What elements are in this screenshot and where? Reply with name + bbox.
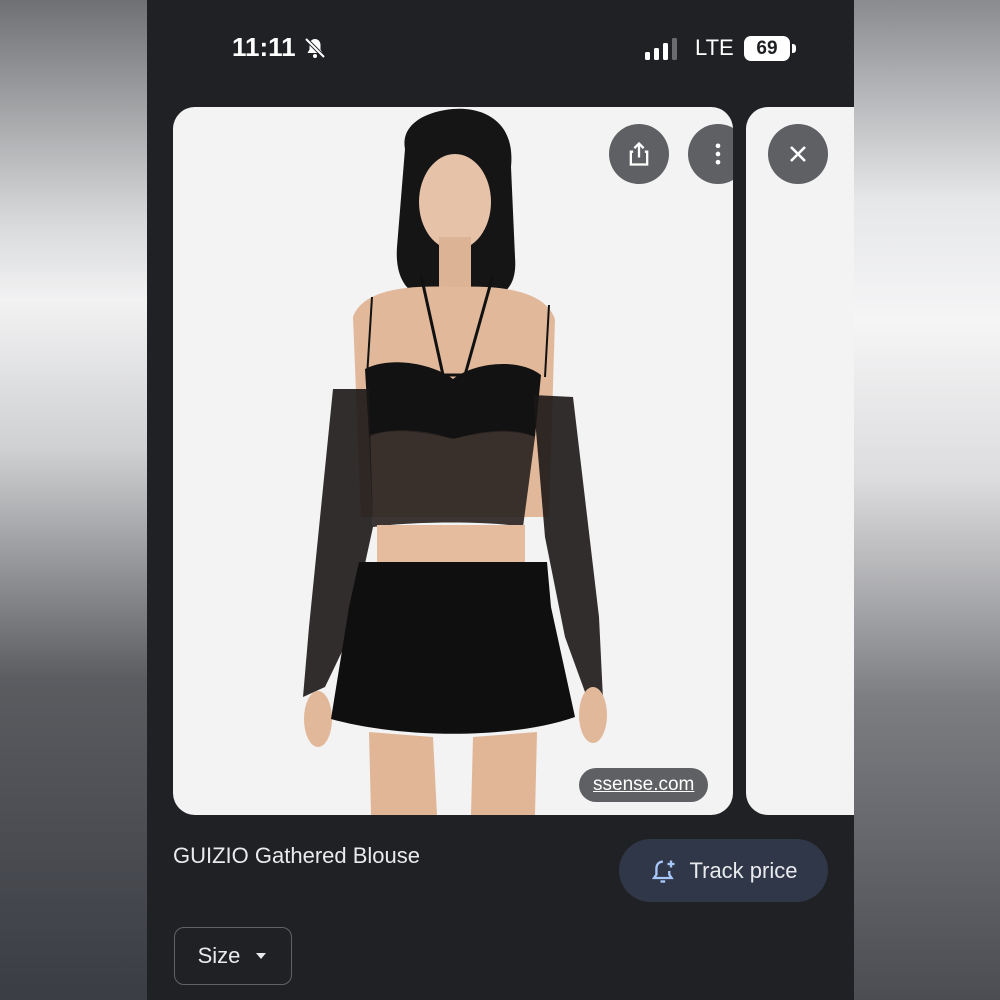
track-price-button[interactable]: Track price: [619, 839, 828, 902]
network-label: LTE: [695, 35, 734, 60]
mute-bell-icon: [304, 37, 326, 59]
size-label: Size: [197, 943, 241, 968]
signal-icon: [645, 38, 677, 60]
source-link[interactable]: ssense.com: [579, 768, 709, 802]
size-dropdown[interactable]: Size: [174, 927, 292, 985]
close-button[interactable]: [768, 124, 828, 184]
battery-indicator: 69: [744, 36, 790, 61]
share-icon: [629, 141, 649, 166]
phone-screen: 11:11 LTE 69 ssense.com GUIZIO Gathered …: [147, 0, 854, 1000]
battery-cap: [792, 44, 796, 53]
share-button[interactable]: [609, 124, 669, 184]
close-icon: [790, 146, 806, 162]
next-image-card[interactable]: [746, 107, 854, 815]
product-image-card[interactable]: [173, 107, 733, 815]
background-right-blur: [854, 0, 1000, 1000]
bell-plus-icon: [651, 860, 674, 883]
product-title[interactable]: GUIZIO Gathered Blouse: [173, 843, 420, 869]
status-time: 11:11: [232, 32, 296, 62]
more-vert-icon: [715, 143, 721, 165]
background-left-blur: [0, 0, 147, 1000]
product-image: [303, 108, 607, 815]
track-price-label: Track price: [689, 857, 798, 883]
dropdown-arrow-icon: [256, 953, 267, 959]
